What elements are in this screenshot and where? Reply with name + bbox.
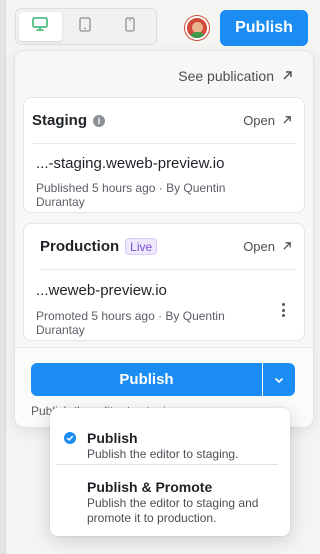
info-icon[interactable]: i [93, 114, 105, 127]
publish-panel: See publication Staging i Open ...-stagi… [14, 50, 314, 428]
publish-options-toggle[interactable] [263, 363, 295, 396]
user-avatar[interactable] [185, 16, 209, 40]
see-publication-label: See publication [178, 68, 274, 84]
menu-item-description: Publish the editor to staging and promot… [87, 496, 259, 525]
production-card-header: Production Live Open [40, 224, 296, 270]
check-icon [64, 432, 76, 444]
menu-item-title: Publish & Promote [87, 479, 213, 495]
top-toolbar: Publish [0, 0, 320, 56]
publish-button[interactable]: Publish [220, 10, 308, 46]
arrow-up-right-icon [282, 113, 292, 128]
device-switcher [15, 8, 157, 45]
staging-title: Staging [32, 112, 87, 129]
menu-divider [56, 464, 278, 465]
staging-card: Staging i Open ...-staging.weweb-preview… [23, 97, 305, 213]
desktop-icon [32, 17, 49, 36]
staging-open-label: Open [243, 113, 275, 128]
staging-card-header: Staging i Open [32, 98, 296, 144]
device-mobile-button[interactable] [108, 12, 151, 41]
production-open-label: Open [243, 239, 275, 254]
mobile-icon [125, 16, 135, 37]
see-publication-link[interactable]: See publication [178, 68, 293, 84]
arrow-up-right-icon [282, 68, 293, 84]
menu-item-publish[interactable]: Publish Publish the editor to staging. [50, 418, 290, 464]
staging-meta: Published 5 hours ago · By Quentin Duran… [36, 181, 226, 209]
publish-options-menu: Publish Publish the editor to staging. P… [50, 408, 290, 536]
production-open-link[interactable]: Open [243, 239, 292, 254]
more-vertical-icon[interactable] [282, 303, 286, 317]
staging-open-link[interactable]: Open [243, 113, 292, 128]
publish-split-button: Publish [31, 363, 295, 396]
menu-item-description: Publish the editor to staging. [87, 447, 239, 461]
menu-item-title: Publish [87, 430, 138, 446]
device-desktop-button[interactable] [19, 12, 62, 41]
production-meta: Promoted 5 hours ago · By Quentin Durant… [36, 309, 225, 337]
device-tablet-button[interactable] [64, 12, 107, 41]
tablet-icon [79, 16, 91, 37]
staging-url: ...-staging.weweb-preview.io [36, 155, 225, 172]
arrow-up-right-icon [282, 239, 292, 254]
production-card: Production Live Open ...weweb-preview.io… [23, 223, 305, 341]
production-title: Production [40, 238, 120, 255]
production-url: ...weweb-preview.io [36, 282, 167, 299]
live-badge: Live [125, 238, 158, 255]
chevron-down-icon [274, 371, 284, 389]
editor-canvas-edge [0, 0, 6, 554]
panel-publish-button[interactable]: Publish [31, 363, 262, 396]
menu-item-publish-promote[interactable]: Publish & Promote Publish the editor to … [50, 476, 290, 532]
